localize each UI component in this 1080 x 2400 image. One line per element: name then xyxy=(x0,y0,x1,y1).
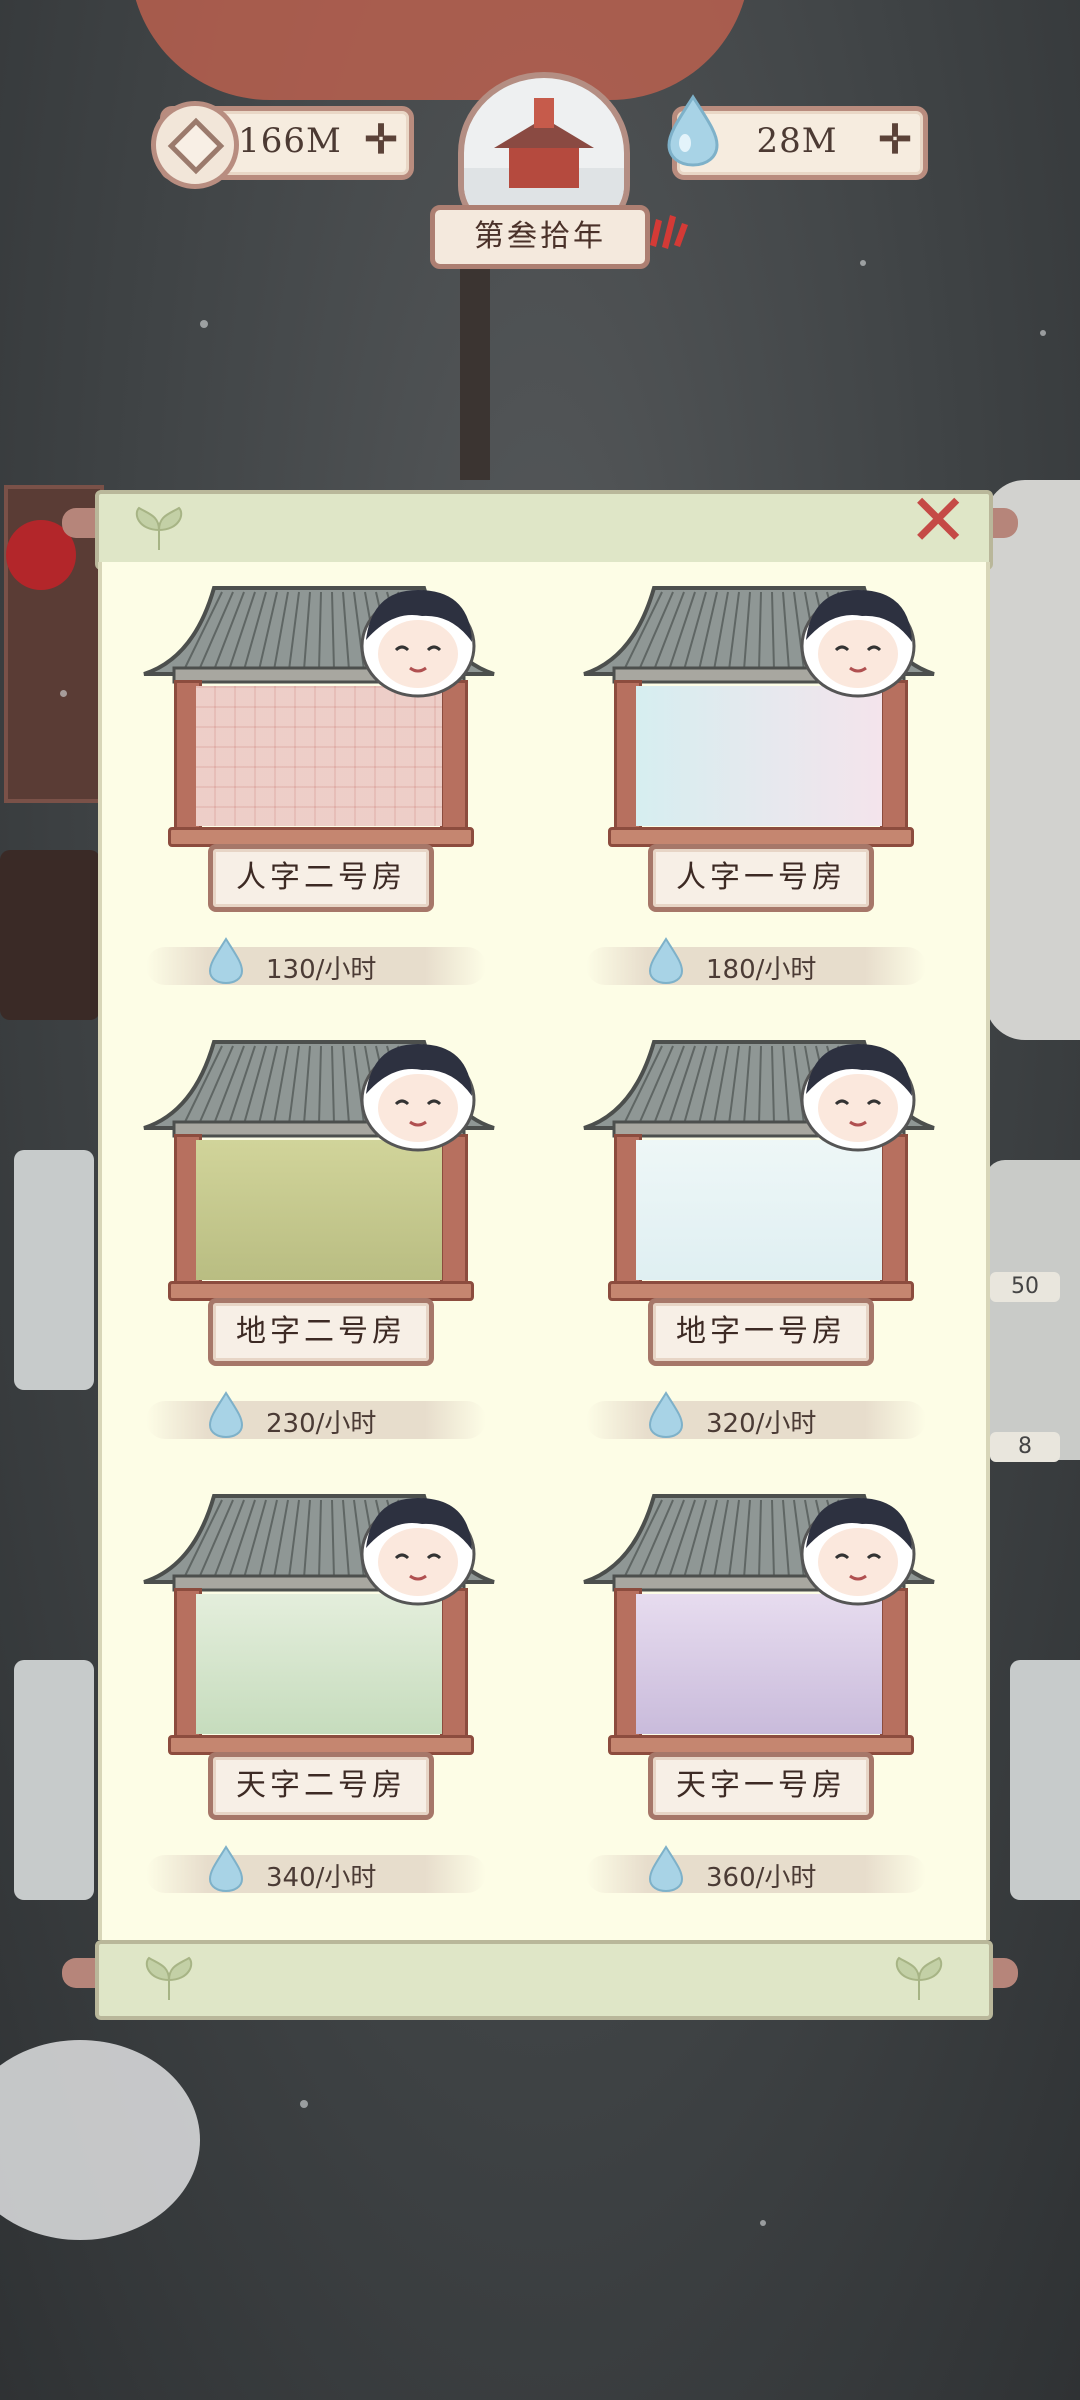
room-window xyxy=(636,686,882,826)
rate-value: 360/小时 xyxy=(706,1863,817,1893)
room-rate: 360/小时 xyxy=(586,1845,926,1893)
rate-value: 340/小时 xyxy=(266,1863,377,1893)
room-window xyxy=(636,1594,882,1734)
room-name: 人字二号房 xyxy=(208,844,434,912)
room-name: 天字一号房 xyxy=(648,1752,874,1820)
ginkgo-leaf-icon xyxy=(895,1956,943,2000)
room-name: 地字一号房 xyxy=(648,1298,874,1366)
room-card[interactable]: 天字二号房 xyxy=(134,1490,514,1820)
left-waterfall-decoration-2 xyxy=(14,1660,94,1900)
room-card[interactable]: 地字一号房 xyxy=(574,1036,954,1366)
essence-drop-icon xyxy=(648,937,684,985)
room-rate: 230/小时 xyxy=(146,1391,486,1439)
room-card[interactable]: 地字二号房 xyxy=(134,1036,514,1366)
essence-drop-icon xyxy=(667,94,719,167)
essence-drop-icon xyxy=(648,1845,684,1893)
pole-decoration xyxy=(460,250,490,480)
essence-drop-icon xyxy=(648,1391,684,1439)
chef-avatar-icon xyxy=(360,1498,476,1606)
room-window xyxy=(636,1140,882,1280)
room-name: 人字一号房 xyxy=(648,844,874,912)
add-coins-button[interactable]: ✛ xyxy=(363,120,399,160)
room-name: 地字二号房 xyxy=(208,1298,434,1366)
coin-counter: 166M ✛ xyxy=(151,101,414,189)
coin-value: 166M xyxy=(238,121,342,161)
room-card[interactable]: 人字二号房 xyxy=(134,582,514,912)
ginkgo-leaf-icon xyxy=(145,1956,193,2000)
room-window xyxy=(196,1140,442,1280)
rate-value: 180/小时 xyxy=(706,955,817,985)
left-waterfall-decoration xyxy=(14,1150,94,1390)
chef-avatar-icon xyxy=(360,1044,476,1152)
close-button[interactable]: ✕ xyxy=(908,484,968,556)
right-food-stall xyxy=(985,1160,1080,1460)
room-rate: 180/小时 xyxy=(586,937,926,985)
scroll-bottom-cap xyxy=(95,1940,993,2020)
snow-drift-decoration xyxy=(0,2040,200,2240)
right-waterfall-decoration xyxy=(1010,1660,1080,1900)
ginkgo-leaf-icon xyxy=(135,506,183,550)
rate-value: 230/小时 xyxy=(266,1409,377,1439)
chef-avatar-icon xyxy=(360,590,476,698)
room-name: 天字二号房 xyxy=(208,1752,434,1820)
room-rate: 130/小时 xyxy=(146,937,486,985)
room-rate: 340/小时 xyxy=(146,1845,486,1893)
bowl-badge: 8 xyxy=(990,1432,1060,1462)
lion-dance-decoration xyxy=(130,0,750,100)
essence-value: 28M xyxy=(756,121,838,161)
add-essence-button[interactable]: ✛ xyxy=(877,120,913,160)
dish-badge: 50 xyxy=(990,1272,1060,1302)
scroll-top-cap xyxy=(95,490,993,570)
essence-counter: 28M ✛ xyxy=(667,94,928,180)
chef-avatar-icon xyxy=(800,1498,916,1606)
chef-avatar-icon xyxy=(800,590,916,698)
essence-drop-icon xyxy=(208,1391,244,1439)
room-card[interactable]: 天字一号房 xyxy=(574,1490,954,1820)
essence-drop-icon xyxy=(208,1845,244,1893)
essence-drop-icon xyxy=(208,937,244,985)
left-cauldron-decoration xyxy=(0,850,100,1020)
room-window xyxy=(196,1594,442,1734)
year-label: 第叁拾年 xyxy=(430,205,650,269)
rate-value: 320/小时 xyxy=(706,1409,817,1439)
right-rock-decoration xyxy=(985,480,1080,1040)
room-window xyxy=(196,686,442,826)
room-card[interactable]: 人字一号房 xyxy=(574,582,954,912)
chef-avatar-icon xyxy=(800,1044,916,1152)
room-rate: 320/小时 xyxy=(586,1391,926,1439)
alert-icon xyxy=(650,215,688,249)
rate-value: 130/小时 xyxy=(266,955,377,985)
